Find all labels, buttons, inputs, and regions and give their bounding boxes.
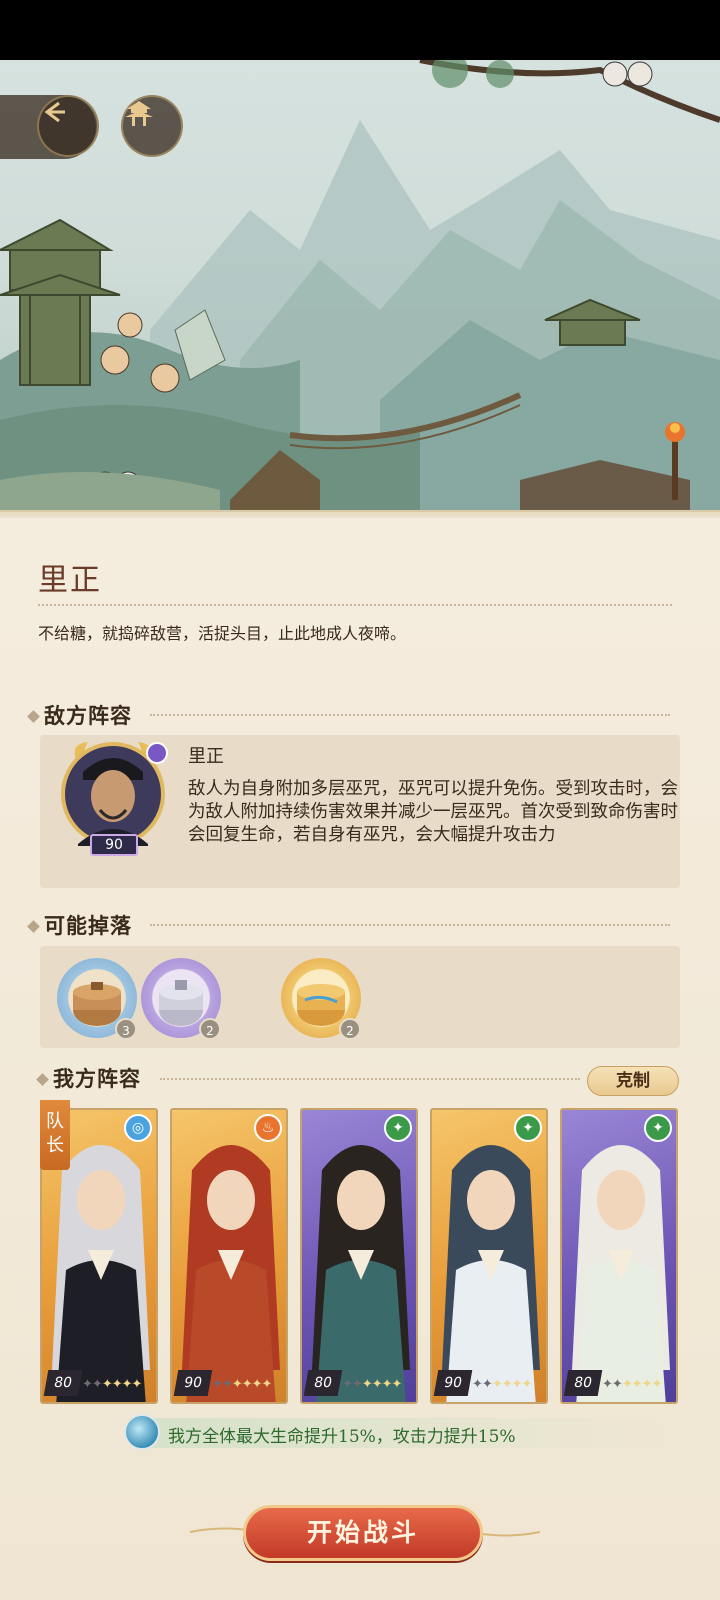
section-divider <box>150 924 670 926</box>
drop-item-gold-jar[interactable]: 2 <box>281 958 361 1040</box>
star-icon: ✦ <box>101 1377 113 1392</box>
start-battle-button[interactable]: 开始战斗 <box>243 1505 483 1561</box>
pavilion-button[interactable] <box>121 95 183 157</box>
hero-portrait <box>182 1145 280 1402</box>
star-icon: ✦ <box>91 1377 103 1392</box>
star-icon: ✦ <box>501 1377 513 1392</box>
battle-scene <box>0 60 720 520</box>
star-icon: ✦ <box>651 1377 663 1392</box>
boss-description: 敌人为自身附加多层巫咒，巫咒可以提升免伤。受到攻击时，会为敌人附加持续伤害效果并… <box>188 779 678 845</box>
hero-card[interactable]: ✦ 80 ✦✦✦✦✦✦ <box>300 1108 418 1404</box>
drop-item-brown-jar[interactable]: 3 <box>57 958 137 1040</box>
hero-level: 80 <box>563 1370 603 1396</box>
drop-count: 3 <box>115 1018 137 1040</box>
water-swirl-icon: ◎ <box>124 1114 152 1142</box>
wind-icon: ✦ <box>384 1114 412 1142</box>
enemy-lineup-title: 敌方阵容 <box>44 703 132 728</box>
fire-icon: ♨ <box>254 1114 282 1142</box>
hero-portrait <box>572 1145 670 1402</box>
star-icon: ✦ <box>212 1377 223 1392</box>
star-icon: ✦ <box>631 1377 643 1392</box>
star-icon: ✦ <box>131 1377 143 1392</box>
star-icon: ✦ <box>121 1377 133 1392</box>
counter-button[interactable]: 克制 <box>587 1066 679 1096</box>
drops-title: 可能掉落 <box>44 913 132 938</box>
hero-level: 80 <box>43 1370 83 1396</box>
captain-tag: 队长 <box>40 1100 70 1170</box>
boss-name: 里正 <box>188 746 224 767</box>
wind-icon: ✦ <box>644 1114 672 1142</box>
team-buff-icon <box>124 1414 160 1450</box>
enemy-quote: 不给糖，就捣碎敌营，活捉头目，止此地成人夜啼。 <box>38 624 407 643</box>
boss-element-icon <box>146 742 168 764</box>
boss-level-badge: 90 <box>90 834 138 856</box>
star-icon: ✦ <box>342 1377 353 1392</box>
star-icon: ✦ <box>371 1377 383 1392</box>
star-icon: ✦ <box>602 1377 613 1392</box>
wind-icon: ✦ <box>514 1114 542 1142</box>
star-icon: ✦ <box>111 1377 123 1392</box>
hero-stars: ✦✦✦✦✦✦ <box>602 1377 663 1392</box>
star-icon: ✦ <box>221 1377 233 1392</box>
star-icon: ✦ <box>361 1377 373 1392</box>
star-icon: ✦ <box>511 1377 523 1392</box>
hero-level: 90 <box>173 1370 213 1396</box>
buff-text: 我方全体最大生命提升15%，攻击力提升15% <box>168 1427 516 1447</box>
star-icon: ✦ <box>611 1377 623 1392</box>
hero-card[interactable]: ♨ 90 ✦✦✦✦✦✦ <box>170 1108 288 1404</box>
star-icon: ✦ <box>491 1377 503 1392</box>
drop-count: 2 <box>199 1018 221 1040</box>
drop-item-silver-jar[interactable]: 2 <box>141 958 221 1040</box>
hero-level: 90 <box>433 1370 473 1396</box>
star-icon: ✦ <box>251 1377 263 1392</box>
star-icon: ✦ <box>351 1377 363 1392</box>
star-icon: ✦ <box>621 1377 633 1392</box>
boss-portrait[interactable]: 90 <box>58 734 168 860</box>
hero-level: 80 <box>303 1370 343 1396</box>
hero-stars: ✦✦✦✦✦✦ <box>82 1377 143 1392</box>
back-button[interactable] <box>37 95 99 157</box>
star-icon: ✦ <box>472 1377 483 1392</box>
pavilion-icon <box>125 101 153 126</box>
star-icon: ✦ <box>641 1377 653 1392</box>
hero-stars: ✦✦✦✦✦✦ <box>472 1377 533 1392</box>
hero-portrait <box>442 1145 540 1402</box>
section-divider <box>160 1078 580 1080</box>
hero-portrait <box>312 1145 410 1402</box>
star-icon: ✦ <box>82 1377 93 1392</box>
hero-card[interactable]: ✦ 80 ✦✦✦✦✦✦ <box>560 1108 678 1404</box>
star-icon: ✦ <box>231 1377 243 1392</box>
hero-card[interactable]: ✦ 90 ✦✦✦✦✦✦ <box>430 1108 548 1404</box>
section-divider <box>150 714 670 716</box>
my-lineup-title: 我方阵容 <box>53 1066 141 1091</box>
drop-count: 2 <box>339 1018 361 1040</box>
star-icon: ✦ <box>241 1377 253 1392</box>
star-icon: ✦ <box>391 1377 403 1392</box>
status-bar <box>0 0 720 60</box>
star-icon: ✦ <box>481 1377 493 1392</box>
title-divider <box>38 604 672 606</box>
star-icon: ✦ <box>521 1377 533 1392</box>
hero-stars: ✦✦✦✦✦✦ <box>212 1377 273 1392</box>
back-arrow-icon <box>44 101 65 123</box>
star-icon: ✦ <box>381 1377 393 1392</box>
enemy-title: 里正 <box>38 563 102 598</box>
landscape-art <box>0 60 720 520</box>
star-icon: ✦ <box>261 1377 273 1392</box>
hero-stars: ✦✦✦✦✦✦ <box>342 1377 403 1392</box>
